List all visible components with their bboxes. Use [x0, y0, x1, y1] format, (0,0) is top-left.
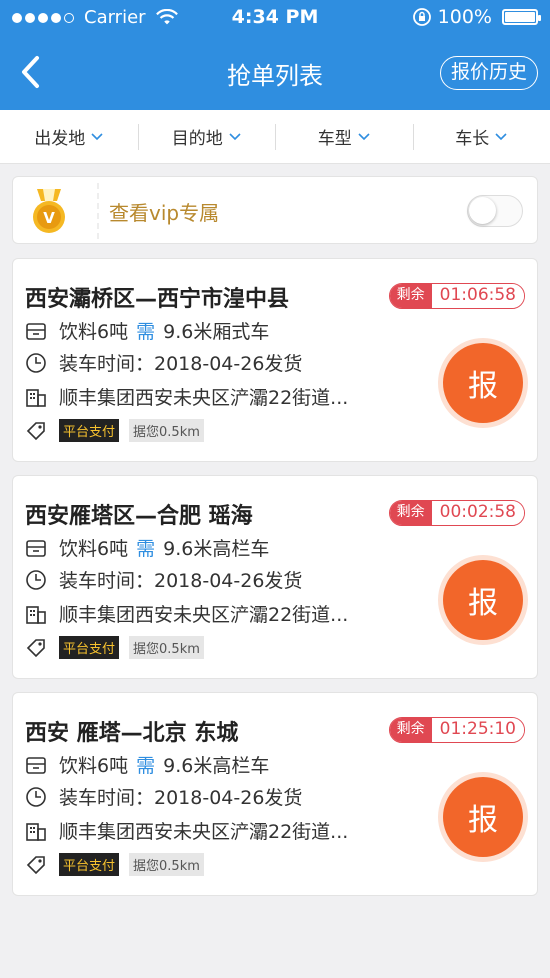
battery-percent: 100% [437, 6, 492, 28]
header: Carrier 4:34 PM 100% 抢单列表 报价历史 [0, 0, 550, 110]
load-time-row: 装车时间：2018-04-26发货 [25, 566, 302, 593]
countdown-badge: 剩余 01:25:10 [388, 717, 525, 743]
countdown-time: 01:25:10 [431, 718, 524, 742]
countdown-time: 00:02:58 [431, 501, 524, 525]
order-route: 西安雁塔区—合肥 瑶海 [25, 504, 253, 529]
cargo-row: 饮料6吨 需 9.6米厢式车 [25, 317, 269, 344]
vip-text: 查看vip专属 [109, 201, 220, 225]
tag-icon [26, 421, 45, 440]
company-row: 顺丰集团西安未央区浐灞22街道... [25, 817, 348, 844]
building-icon [26, 822, 46, 841]
cargo-box-icon [26, 756, 46, 774]
tag-icon [26, 855, 45, 874]
platform-pay-badge: 平台支付 [59, 419, 120, 442]
battery-icon [502, 9, 541, 25]
chevron-down-icon [495, 132, 507, 140]
bid-button[interactable]: 报 [443, 560, 523, 640]
chevron-down-icon [229, 132, 241, 140]
filter-destination[interactable]: 目的地 [137, 110, 276, 163]
order-card[interactable]: 西安雁塔区—合肥 瑶海 剩余 00:02:58 饮料6吨 需 9.6米高栏车 装… [12, 475, 538, 679]
countdown-badge: 剩余 00:02:58 [388, 500, 525, 526]
svg-text:V: V [43, 209, 55, 227]
clock-icon [26, 569, 46, 590]
bid-button[interactable]: 报 [443, 777, 523, 857]
cargo-row: 饮料6吨 需 9.6米高栏车 [25, 534, 269, 561]
order-card[interactable]: 西安 雁塔—北京 东城 剩余 01:25:10 饮料6吨 需 9.6米高栏车 装… [12, 692, 538, 896]
tag-icon [26, 638, 45, 657]
cargo-box-icon [26, 539, 46, 557]
order-route: 西安 雁塔—北京 东城 [25, 721, 239, 746]
order-route: 西安灞桥区—西宁市湟中县 [25, 287, 290, 312]
tag-row: 平台支付 据您0.5km [25, 636, 204, 659]
load-time-row: 装车时间：2018-04-26发货 [25, 783, 302, 810]
tag-row: 平台支付 据您0.5km [25, 853, 204, 876]
distance-badge: 据您0.5km [129, 636, 204, 659]
distance-badge: 据您0.5km [129, 419, 204, 442]
chevron-down-icon [91, 132, 103, 140]
bid-button[interactable]: 报 [443, 343, 523, 423]
nav-bar: 抢单列表 报价历史 [0, 36, 550, 110]
building-icon [26, 605, 46, 624]
filter-truck-type[interactable]: 车型 [275, 110, 413, 163]
countdown-time: 01:06:58 [431, 284, 524, 308]
tag-row: 平台支付 据您0.5km [25, 419, 204, 442]
filter-bar: 出发地 目的地 车型 车长 [0, 110, 550, 164]
building-icon [26, 388, 46, 407]
distance-badge: 据您0.5km [129, 853, 204, 876]
platform-pay-badge: 平台支付 [59, 636, 120, 659]
company-row: 顺丰集团西安未央区浐灞22街道... [25, 600, 348, 627]
rotation-lock-icon [412, 8, 431, 26]
vip-card[interactable]: V 查看vip专属 [12, 176, 538, 244]
vip-toggle[interactable] [467, 195, 523, 227]
filter-truck-length[interactable]: 车长 [412, 110, 550, 163]
vip-medal-icon: V [33, 189, 65, 233]
countdown-badge: 剩余 01:06:58 [388, 283, 525, 309]
quote-history-button[interactable]: 报价历史 [439, 56, 538, 90]
status-bar: Carrier 4:34 PM 100% [0, 0, 550, 36]
clock-icon [26, 352, 46, 373]
company-row: 顺丰集团西安未央区浐灞22街道... [25, 383, 348, 410]
chevron-down-icon [358, 132, 370, 140]
load-time-row: 装车时间：2018-04-26发货 [25, 349, 302, 376]
filter-origin[interactable]: 出发地 [0, 110, 138, 163]
order-card[interactable]: 西安灞桥区—西宁市湟中县 剩余 01:06:58 饮料6吨 需 9.6米厢式车 … [12, 258, 538, 462]
cargo-row: 饮料6吨 需 9.6米高栏车 [25, 751, 269, 778]
clock-icon [26, 786, 46, 807]
cargo-box-icon [26, 322, 46, 340]
platform-pay-badge: 平台支付 [59, 853, 120, 876]
